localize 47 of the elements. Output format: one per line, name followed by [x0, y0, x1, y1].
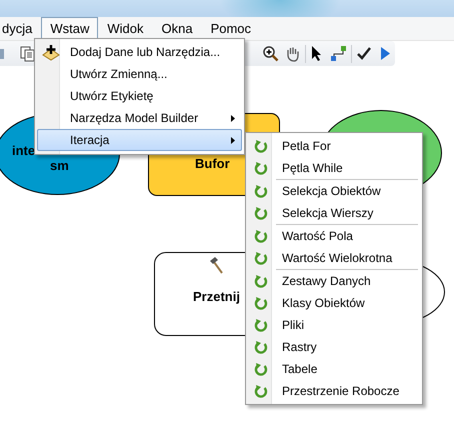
menu-item[interactable]: Selekcja Wierszy — [248, 202, 420, 224]
menu-item[interactable]: Rastry — [248, 336, 420, 358]
iterate-icon — [254, 296, 268, 310]
iterate-icon — [254, 384, 268, 398]
menu-item[interactable]: Iteracja — [37, 129, 242, 151]
menu-item[interactable]: Petla For — [248, 135, 420, 157]
menu-item[interactable]: Przestrzenie Robocze — [248, 380, 420, 402]
menu-item[interactable]: Widok — [98, 17, 152, 40]
hammer-icon — [209, 257, 223, 274]
menu-item[interactable]: Wartość Pola — [248, 225, 420, 247]
node-label: inte — [12, 143, 36, 158]
iterate-icon — [254, 274, 268, 288]
menu-item[interactable]: Utwórz Zmienną... — [37, 63, 242, 85]
connect-icon[interactable] — [330, 45, 347, 62]
menu-item[interactable]: Wartość Wielokrotna — [248, 247, 420, 269]
pointer-icon[interactable] — [310, 45, 324, 62]
iterate-icon — [254, 318, 268, 332]
menu-item[interactable]: Okna — [152, 17, 202, 40]
iterate-icon — [254, 161, 268, 175]
iterate-icon — [254, 251, 268, 265]
iterate-icon — [254, 184, 268, 198]
menu-item[interactable]: Pomoc — [202, 17, 260, 40]
zoom-in-icon[interactable] — [262, 45, 279, 62]
submenu-arrow-icon — [231, 115, 235, 122]
node-label: sm — [50, 158, 69, 173]
menu-item[interactable]: Tabele — [248, 358, 420, 380]
iterate-icon — [254, 139, 268, 153]
menu-item[interactable]: Utwórz Etykietę — [37, 85, 242, 107]
iterate-icon — [254, 229, 268, 243]
add-data-icon — [42, 45, 60, 61]
check-icon[interactable] — [356, 46, 371, 61]
submenu-arrow-icon — [231, 137, 235, 144]
iterate-icon — [254, 362, 268, 376]
menu-item[interactable]: dycja — [0, 17, 42, 40]
menu-item[interactable]: Klasy Obiektów — [248, 292, 420, 314]
menu-item[interactable]: Pliki — [248, 314, 420, 336]
iterate-icon — [254, 206, 268, 220]
menu-item[interactable]: Narzędza Model Builder — [37, 107, 242, 129]
menu-item[interactable]: Wstaw — [41, 17, 98, 40]
menu-item[interactable]: Pętla While — [248, 157, 420, 179]
node-label: Bufor — [195, 156, 230, 171]
node-label: Przetnij — [193, 289, 240, 304]
run-icon[interactable] — [379, 46, 391, 61]
iterate-icon — [254, 340, 268, 354]
menu-item[interactable]: Selekcja Obiektów — [248, 180, 420, 202]
copy-icon[interactable] — [20, 46, 36, 62]
menu-item[interactable]: Zestawy Danych — [248, 270, 420, 292]
